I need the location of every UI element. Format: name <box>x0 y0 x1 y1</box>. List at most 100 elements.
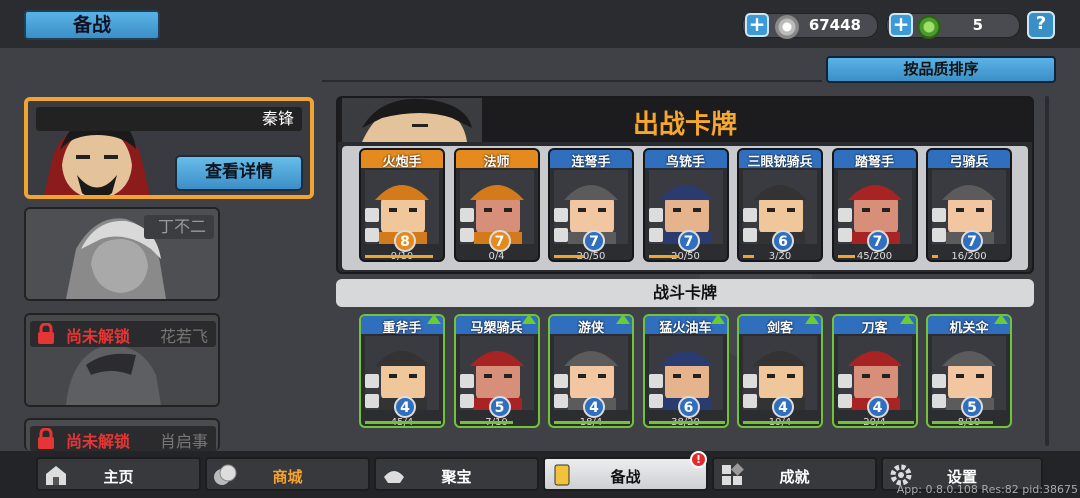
card-level: 7 <box>961 230 983 252</box>
hero-card-locked-1[interactable]: 尚未解锁 花若飞 <box>24 313 220 407</box>
card-count: 0/4 <box>488 251 505 262</box>
card-name: 踏弩手 <box>854 155 894 170</box>
add-gems-button[interactable]: + <box>889 13 913 37</box>
hero-card-dingbuer[interactable]: 丁不二 <box>24 207 220 301</box>
card-progress-bar <box>932 421 993 424</box>
upgrade-arrow-icon <box>616 316 630 324</box>
skill-icon <box>837 374 852 388</box>
battle-card[interactable]: 机关伞58/10 <box>926 314 1012 428</box>
card-level: 4 <box>394 396 416 418</box>
battle-card[interactable]: 猛火油车638/20 <box>642 314 729 428</box>
skill-icon <box>459 394 474 408</box>
card-level: 5 <box>961 396 983 418</box>
battle-card[interactable]: 重斧手445/4 <box>359 314 445 428</box>
upgrade-arrow-icon <box>710 316 725 324</box>
card-progress-bar <box>743 421 819 424</box>
skill-icon <box>459 228 474 242</box>
skill-icon <box>743 228 757 242</box>
nav-treasure[interactable]: 聚宝 <box>374 457 539 491</box>
card-progress-bar <box>932 255 938 258</box>
skill-icon <box>365 228 379 242</box>
jade-coin-icon <box>917 15 941 39</box>
skill-icon <box>554 394 568 408</box>
skill-icon <box>743 394 757 408</box>
skill-icon <box>648 208 663 222</box>
skill-icon <box>459 208 474 222</box>
hero-card-selected[interactable]: 秦锋 查看详情 <box>24 97 314 199</box>
view-details-button[interactable]: 查看详情 <box>175 155 303 191</box>
deploy-card[interactable]: 踏弩手 7 45/200 <box>831 148 918 262</box>
sort-by-quality-button[interactable]: 按品质排序 <box>826 56 1056 83</box>
battle-card[interactable]: 游侠418/4 <box>548 314 634 428</box>
card-name: 火炮手 <box>382 155 422 170</box>
skill-icon <box>743 208 757 222</box>
nav-label: 备战 <box>610 468 641 486</box>
locked-label: 尚未解锁 <box>66 327 131 346</box>
card-name: 连弩手 <box>571 155 611 170</box>
card-level: 7 <box>866 230 889 252</box>
add-coins-button[interactable]: + <box>745 13 769 37</box>
battle-card[interactable]: 刀客420/4 <box>831 314 918 428</box>
nav-label: 聚宝 <box>441 468 472 486</box>
scrollbar[interactable] <box>1045 96 1049 446</box>
nav-prepare[interactable]: 备战 <box>543 457 708 491</box>
card-progress-bar <box>743 255 754 258</box>
skill-icon <box>554 208 568 222</box>
skill-icon <box>743 374 757 388</box>
skill-icon <box>648 394 663 408</box>
battle-card[interactable]: 剑客419/4 <box>737 314 823 428</box>
skill-icon <box>365 208 379 222</box>
battle-card[interactable]: 马槊骑兵57/10 <box>453 314 540 428</box>
upgrade-arrow-icon <box>994 316 1008 324</box>
divider <box>322 80 822 82</box>
hero-card-locked-2[interactable]: 尚未解锁 肖启事 <box>24 418 220 451</box>
hero-name: 丁不二 <box>144 215 214 239</box>
skill-icon <box>932 228 946 242</box>
coin-value: 67448 <box>808 16 861 34</box>
page-title: 备战 <box>24 10 160 40</box>
nav-shop[interactable]: 商城 <box>205 457 370 491</box>
skill-icon <box>459 374 474 388</box>
nav-achievement[interactable]: 成就 <box>712 457 877 491</box>
deploy-card[interactable]: 法师 7 0/4 <box>453 148 540 262</box>
card-name: 鸟铳手 <box>665 155 705 170</box>
card-name: 弓骑兵 <box>949 155 989 170</box>
card-level: 7 <box>677 230 700 252</box>
card-progress-bar <box>648 421 725 424</box>
locked-banner: 尚未解锁 花若飞 <box>30 321 216 347</box>
silver-coin-icon <box>775 15 799 39</box>
lock-icon <box>38 323 54 344</box>
card-progress-bar <box>837 421 914 424</box>
deploy-card[interactable]: 三眼铳骑兵 6 3/20 <box>737 148 823 262</box>
coin-counter: + 67448 <box>742 13 878 39</box>
skill-icon <box>554 374 568 388</box>
hero-name: 花若飞 <box>159 327 208 346</box>
deploy-card[interactable]: 火炮手89/10 <box>359 148 445 262</box>
skill-icon <box>932 208 946 222</box>
deploy-title: 出战卡牌 <box>632 110 737 140</box>
card-level: 6 <box>772 230 794 252</box>
skill-icon <box>554 228 568 242</box>
deploy-card[interactable]: 连弩手 7 20/50 <box>548 148 634 262</box>
locked-label: 尚未解锁 <box>66 432 131 451</box>
nav-label: 商城 <box>272 468 303 486</box>
deploy-card[interactable]: 鸟铳手 7 20/50 <box>642 148 729 262</box>
deploy-card[interactable]: 弓骑兵 7 16/200 <box>926 148 1012 262</box>
skill-icon <box>365 374 379 388</box>
skill-icon <box>837 394 852 408</box>
card-level: 7 <box>583 230 605 252</box>
skill-icon <box>837 208 852 222</box>
skill-icon <box>365 394 379 408</box>
skill-icon <box>932 394 946 408</box>
help-button[interactable]: ? <box>1027 11 1055 39</box>
card-progress-bar <box>554 421 630 424</box>
card-name: 法师 <box>483 155 510 170</box>
skill-icon <box>648 228 663 242</box>
upgrade-arrow-icon <box>521 316 536 324</box>
battle-cards-title: 战斗卡牌 <box>336 279 1034 307</box>
nav-home[interactable]: 主页 <box>36 457 201 491</box>
nav-label: 成就 <box>779 468 810 486</box>
nav-label: 主页 <box>103 468 134 486</box>
card-level: 8 <box>394 230 416 252</box>
skill-icon <box>932 374 946 388</box>
